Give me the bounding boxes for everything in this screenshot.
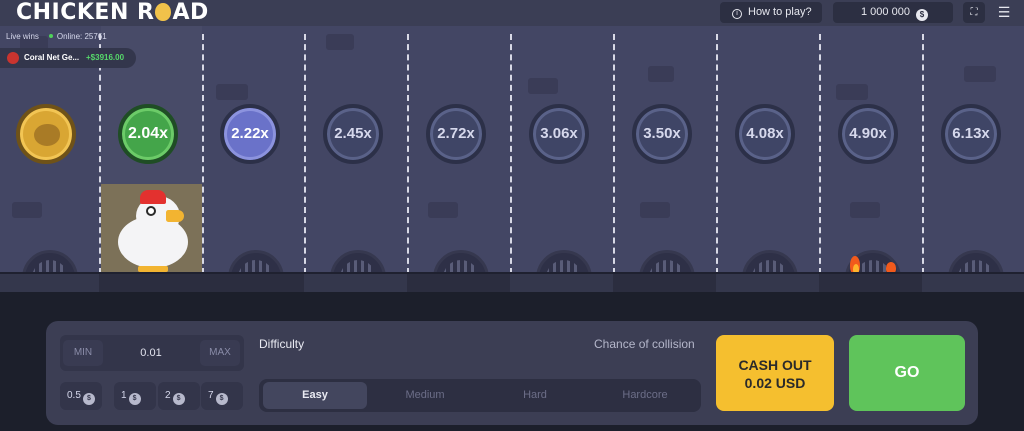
chip-7[interactable]: 7 $ (201, 382, 243, 410)
cash-out-label: CASH OUT (738, 357, 812, 373)
manhole-grate (639, 250, 695, 274)
wall-brick (216, 84, 248, 100)
dollar-coin-icon: $ (172, 393, 185, 405)
difficulty-hardcore[interactable]: Hardcore (593, 382, 697, 409)
chip-0-5[interactable]: 0.5 $ (60, 382, 102, 410)
chicken-character (116, 190, 192, 274)
balance-value: 1 000 000 (861, 6, 910, 18)
lane-divider (304, 34, 306, 274)
wall-brick (836, 84, 868, 100)
manhole-grate (22, 250, 78, 274)
hamburger-menu-icon: ☰ (997, 4, 1011, 20)
logo-text-left: CHICKEN R (16, 0, 155, 25)
bet-amount-input[interactable]: 0.01 (106, 340, 196, 366)
multiplier-lane-2[interactable]: 2.22x (220, 104, 280, 164)
collision-chance-label: Chance of collision (594, 337, 695, 351)
how-to-play-label: How to play? (748, 6, 812, 18)
wall-brick (850, 202, 880, 218)
game-logo: CHICKEN R AD (16, 0, 209, 26)
wall-brick (648, 66, 674, 82)
lane-divider (922, 34, 924, 274)
wall-brick (964, 66, 996, 82)
sidewalk (0, 274, 1024, 292)
manhole-grate (228, 250, 284, 274)
start-chicken-coin (16, 104, 76, 164)
cash-out-amount: 0.02 USD (744, 375, 806, 391)
top-bar: CHICKEN R AD i How to play? 1 000 000 $ ⛶ ☰ (0, 0, 1024, 26)
difficulty-medium[interactable]: Medium (373, 382, 477, 409)
live-wins-label: Live wins (6, 32, 39, 41)
lane-divider (819, 34, 821, 274)
cash-out-button[interactable]: CASH OUT 0.02 USD (716, 335, 834, 411)
online-dot-icon (48, 34, 53, 39)
chip-2[interactable]: 2 $ (158, 382, 200, 410)
chip-1[interactable]: 1 $ (114, 382, 156, 410)
lane-divider (202, 34, 204, 274)
menu-button[interactable]: ☰ (992, 2, 1016, 23)
egg-icon (155, 3, 172, 21)
win-amount: +$3916.00 (86, 53, 125, 62)
lane-divider (510, 34, 512, 274)
manhole-grate (742, 250, 798, 274)
manhole-grate (330, 250, 386, 274)
wall-brick (12, 202, 42, 218)
difficulty-label: Difficulty (259, 337, 305, 351)
dollar-coin-icon: $ (128, 393, 141, 405)
winner-name: Coral Net Ge... (24, 53, 80, 62)
logo-text-right: AD (172, 0, 209, 25)
wall-brick (640, 202, 670, 218)
multiplier-lane-6[interactable]: 3.50x (632, 104, 692, 164)
user-flag-icon (7, 52, 19, 64)
difficulty-selector: Easy Medium Hard Hardcore (259, 379, 701, 412)
multiplier-lane-9[interactable]: 6.13x (941, 104, 1001, 164)
difficulty-hard[interactable]: Hard (483, 382, 587, 409)
multiplier-lane-7[interactable]: 4.08x (735, 104, 795, 164)
fullscreen-icon: ⛶ (970, 7, 978, 18)
wall-brick (428, 202, 458, 218)
road-area: 2.04x 2.22x 2.45x 2.72x 3.06x 3.50x 4.08… (0, 26, 1024, 274)
multiplier-lane-8[interactable]: 4.90x (838, 104, 898, 164)
wall-brick (528, 78, 558, 94)
wall-brick (326, 34, 354, 50)
multiplier-lane-5[interactable]: 3.06x (529, 104, 589, 164)
manhole-grate (433, 250, 489, 274)
min-bet-button[interactable]: MIN (63, 340, 103, 366)
multiplier-lane-1[interactable]: 2.04x (118, 104, 178, 164)
lane-divider (407, 34, 409, 274)
multiplier-lane-4[interactable]: 2.72x (426, 104, 486, 164)
fire-icon (846, 252, 900, 274)
multiplier-lane-3[interactable]: 2.45x (323, 104, 383, 164)
online-count: Online: 25761 (56, 32, 107, 41)
max-bet-button[interactable]: MAX (200, 340, 240, 366)
go-button[interactable]: GO (849, 335, 965, 411)
dollar-coin-icon: $ (915, 9, 928, 21)
lane-divider (613, 34, 615, 274)
live-win-entry: Coral Net Ge... +$3916.00 (0, 48, 136, 68)
live-wins-bar: Live wins Online: 25761 (6, 32, 107, 41)
dollar-coin-icon: $ (82, 393, 95, 405)
dollar-coin-icon: $ (215, 393, 228, 405)
balance-display: 1 000 000 $ (833, 2, 953, 23)
chicken-icon (34, 124, 60, 146)
manhole-grate (536, 250, 592, 274)
info-icon: i (732, 9, 742, 19)
how-to-play-button[interactable]: i How to play? (720, 2, 822, 23)
difficulty-easy[interactable]: Easy (263, 382, 367, 409)
fullscreen-button[interactable]: ⛶ (963, 2, 985, 23)
manhole-grate (948, 250, 1004, 274)
lane-divider (716, 34, 718, 274)
